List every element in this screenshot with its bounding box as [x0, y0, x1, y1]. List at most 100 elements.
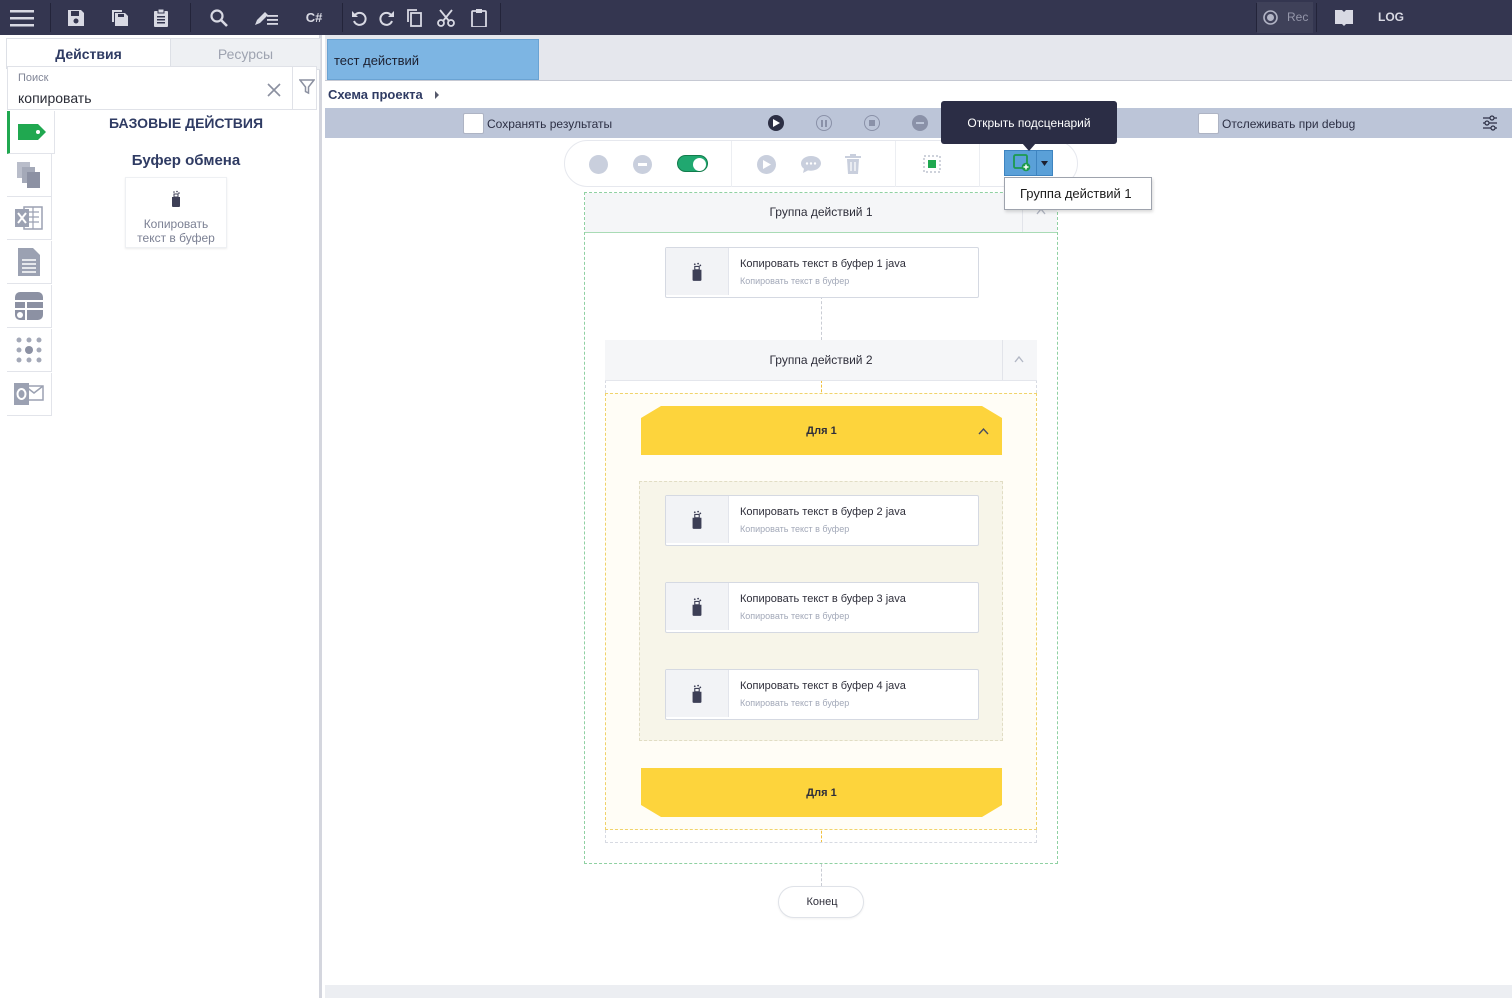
rail-item-outlook[interactable]	[7, 373, 52, 416]
caret-down-icon	[1041, 161, 1048, 166]
track-debug-checkbox[interactable]	[1198, 113, 1219, 134]
subscenario-icon	[1013, 154, 1031, 172]
clipboard-bottle-icon	[172, 190, 180, 207]
action-card-1-title: Копировать текст в буфер 1 java	[740, 258, 906, 270]
group1-title: Группа действий 1	[769, 205, 873, 219]
clipboard-bottle-icon	[692, 597, 702, 616]
menu-icon[interactable]	[8, 4, 36, 31]
loop-start-label: Для 1	[806, 425, 837, 437]
play-icon	[763, 160, 771, 169]
pause-button[interactable]	[816, 115, 832, 131]
save-icon[interactable]	[62, 4, 90, 31]
rail-item-excel[interactable]	[7, 197, 52, 240]
minus-icon	[916, 122, 924, 124]
group1-header[interactable]: Группа действий 1	[585, 193, 1057, 233]
save-all-icon[interactable]	[106, 4, 134, 31]
trash-icon[interactable]	[845, 154, 861, 174]
comment-icon[interactable]	[800, 155, 822, 174]
end-node[interactable]: Конец	[778, 886, 864, 918]
dropdown-item-group1[interactable]: Группа действий 1	[1020, 186, 1132, 201]
rail-item-misc[interactable]	[7, 329, 52, 372]
table-icon	[15, 292, 43, 320]
record-icon	[1263, 10, 1278, 25]
settings-sliders-icon[interactable]	[1482, 115, 1498, 131]
chevron-up-icon[interactable]	[1014, 355, 1024, 363]
tab-actions-label: Действия	[55, 46, 122, 62]
run-button[interactable]	[768, 115, 784, 131]
book-icon[interactable]	[1330, 4, 1358, 31]
open-subscenario-button[interactable]	[1004, 150, 1037, 176]
document-tab[interactable]: тест действий	[327, 39, 539, 80]
tooltip: Открыть подсценарий	[941, 101, 1117, 144]
action-tile-copy-text[interactable]: Копировать текст в буфер	[125, 177, 227, 248]
clipboard-bottle-icon	[692, 684, 702, 703]
clipboard-bottle-icon	[692, 262, 702, 281]
run-node-button[interactable]	[757, 155, 776, 174]
stop-icon	[869, 120, 875, 126]
search-field[interactable]: Поиск копировать	[7, 66, 317, 110]
track-debug-label: Отслеживать при debug	[1222, 117, 1356, 131]
undo-icon[interactable]	[346, 4, 374, 31]
disable-node-button[interactable]	[633, 155, 652, 174]
redo-icon[interactable]	[372, 4, 400, 31]
group2-header[interactable]: Группа действий 2	[605, 340, 1037, 381]
select-area-icon[interactable]	[922, 154, 942, 174]
section-title: БАЗОВЫЕ ДЕЙСТВИЯ	[108, 115, 264, 131]
search-icon[interactable]	[205, 4, 233, 31]
rail-item-tables[interactable]	[7, 285, 52, 328]
breadcrumb: Схема проекта	[325, 81, 1512, 108]
control-bar: Сохранять результаты Отслеживать при deb…	[325, 108, 1512, 138]
save-results-checkbox[interactable]	[463, 113, 484, 134]
log-label: LOG	[1378, 10, 1404, 24]
action-card-4[interactable]: Копировать текст в буфер 4 java Копирова…	[665, 669, 979, 720]
action-tile-line2: текст в буфер	[137, 231, 215, 245]
clear-search-icon[interactable]	[266, 82, 282, 98]
clipboard-list-icon[interactable]	[147, 4, 175, 31]
top-toolbar: C# Rec LOG	[0, 0, 1512, 35]
paste-icon[interactable]	[465, 4, 493, 31]
filter-icon[interactable]	[299, 79, 315, 95]
breadcrumb-project-scheme[interactable]: Схема проекта	[328, 87, 423, 102]
copy-files-icon	[17, 162, 40, 188]
cut-icon[interactable]	[432, 4, 460, 31]
dots-grid-icon	[16, 337, 42, 363]
record-button[interactable]: Rec	[1257, 2, 1313, 33]
log-button[interactable]: LOG	[1378, 0, 1404, 35]
action-card-2-title: Копировать текст в буфер 2 java	[740, 506, 906, 518]
pause-icon	[821, 119, 827, 127]
breakpoint-button[interactable]	[589, 155, 608, 174]
rail-item-base-actions[interactable]	[7, 111, 55, 154]
tooltip-text: Открыть подсценарий	[967, 116, 1091, 130]
play-icon	[773, 119, 780, 127]
search-input[interactable]: копировать	[18, 90, 92, 106]
tooltip-arrow	[1022, 143, 1036, 151]
chevron-right-icon	[435, 91, 439, 99]
subscenario-dropdown-toggle[interactable]	[1037, 150, 1053, 176]
action-card-2[interactable]: Копировать текст в буфер 2 java Копирова…	[665, 495, 979, 546]
group2-title: Группа действий 2	[769, 353, 873, 367]
copy-icon[interactable]	[400, 4, 428, 31]
stop-button[interactable]	[864, 115, 880, 131]
bottom-scroll-area	[325, 985, 1512, 998]
action-card-3-title: Копировать текст в буфер 3 java	[740, 593, 906, 605]
chevron-up-icon[interactable]	[978, 427, 989, 435]
action-card-3[interactable]: Копировать текст в буфер 3 java Копирова…	[665, 582, 979, 633]
action-tile-line1: Копировать	[143, 217, 209, 231]
outlook-icon	[14, 383, 44, 405]
rail-item-documents[interactable]	[7, 241, 52, 284]
edit-list-icon[interactable]	[252, 4, 280, 31]
action-card-4-title: Копировать текст в буфер 4 java	[740, 680, 906, 692]
action-card-1[interactable]: Копировать текст в буфер 1 java Копирова…	[665, 247, 979, 298]
enable-toggle[interactable]	[677, 155, 708, 172]
action-card-3-subtitle: Копировать текст в буфер	[740, 611, 850, 621]
csharp-button[interactable]: C#	[300, 4, 328, 31]
search-label: Поиск	[18, 72, 49, 84]
csharp-label: C#	[305, 10, 323, 25]
clipboard-bottle-icon	[692, 510, 702, 529]
rail-item-files[interactable]	[7, 154, 52, 197]
tab-actions[interactable]: Действия	[6, 38, 171, 69]
disable-button[interactable]	[912, 115, 928, 131]
action-card-1-subtitle: Копировать текст в буфер	[740, 276, 850, 286]
action-card-2-subtitle: Копировать текст в буфер	[740, 524, 850, 534]
tag-icon	[18, 124, 46, 140]
